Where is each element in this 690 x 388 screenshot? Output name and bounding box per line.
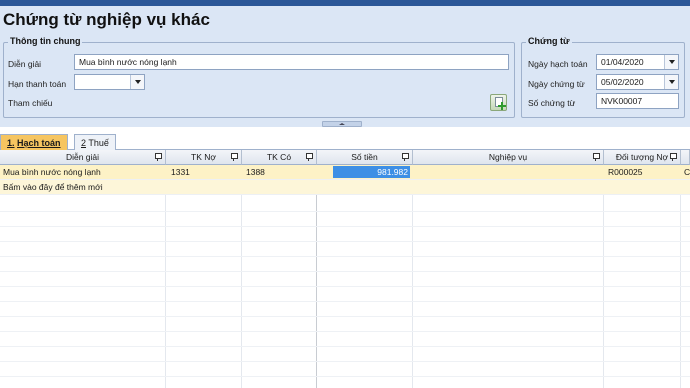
add-reference-button[interactable] xyxy=(490,94,507,111)
cell-extra[interactable]: C xyxy=(684,167,690,177)
payment-term-combo[interactable] xyxy=(74,74,145,90)
pin-icon[interactable] xyxy=(230,153,238,161)
header-panel: Chứng từ nghiệp vụ khác Thông tin chung … xyxy=(0,0,690,127)
column-header-extra xyxy=(681,150,690,165)
grid-line xyxy=(0,331,690,332)
payment-term-label: Hạn thanh toán xyxy=(8,79,67,89)
chevron-down-icon[interactable] xyxy=(664,75,678,89)
plus-icon xyxy=(498,102,506,110)
accounting-grid: Diễn giải TK Nợ TK Có Số tiền Nghiệp vụ … xyxy=(0,150,690,388)
collapse-splitter[interactable] xyxy=(322,121,362,127)
grid-line xyxy=(0,286,690,287)
description-label: Diễn giải xyxy=(8,59,42,69)
tab-hach-toan-label: Hạch toán xyxy=(17,138,61,148)
grid-line xyxy=(0,271,690,272)
voucher-title: Chứng từ xyxy=(526,36,572,46)
grid-line xyxy=(0,256,690,257)
tab-bar: 1. Hạch toán 2 Thuế xyxy=(0,133,690,151)
posting-date-label: Ngày hạch toán xyxy=(528,59,588,69)
grid-line xyxy=(0,211,690,212)
posting-date-value: 01/04/2020 xyxy=(601,57,644,67)
tab-thue[interactable]: 2 Thuế xyxy=(74,134,116,150)
tab-hach-toan[interactable]: 1. Hạch toán xyxy=(0,134,68,151)
tab-thue-key: 2 xyxy=(81,138,87,148)
cell-description[interactable]: Mua bình nước nóng lạnh xyxy=(3,167,101,177)
chevron-down-icon[interactable] xyxy=(130,75,144,89)
grid-line xyxy=(0,376,690,377)
cell-amount[interactable]: 981.982 xyxy=(333,166,410,178)
voucher-date-value: 05/02/2020 xyxy=(601,77,644,87)
tab-hach-toan-key: 1. xyxy=(7,138,15,148)
column-header-operation[interactable]: Nghiệp vụ xyxy=(413,150,604,165)
tab-thue-label: Thuế xyxy=(88,138,109,148)
pin-icon[interactable] xyxy=(669,153,677,161)
menu-strip xyxy=(0,0,690,6)
general-info-title: Thông tin chung xyxy=(8,36,83,46)
grid-line xyxy=(0,301,690,302)
column-header-debit-account[interactable]: TK Nợ xyxy=(166,150,242,165)
pin-icon[interactable] xyxy=(592,153,600,161)
cell-debit-account[interactable]: 1331 xyxy=(171,167,190,177)
column-header-label: Số tiền xyxy=(351,152,378,162)
column-header-label: Đối tượng Nợ xyxy=(615,152,669,162)
pin-icon[interactable] xyxy=(401,153,409,161)
new-row[interactable]: Bấm vào đây để thêm mới xyxy=(0,180,690,195)
voucher-date-picker[interactable]: 05/02/2020 xyxy=(596,74,679,90)
cell-credit-account[interactable]: 1388 xyxy=(246,167,265,177)
grid-line xyxy=(0,226,690,227)
voucher-date-label: Ngày chứng từ xyxy=(528,79,585,89)
column-header-label: Diễn giải xyxy=(65,152,100,162)
column-header-amount[interactable]: Số tiền xyxy=(317,150,413,165)
page-title: Chứng từ nghiệp vụ khác xyxy=(3,10,210,29)
description-input[interactable]: Mua bình nước nóng lạnh xyxy=(74,54,509,70)
column-header-credit-account[interactable]: TK Có xyxy=(242,150,317,165)
chevron-down-icon[interactable] xyxy=(664,55,678,69)
grid-line xyxy=(0,361,690,362)
column-header-label: TK Nợ xyxy=(191,152,216,162)
voucher-no-label: Số chứng từ xyxy=(528,98,576,108)
table-row[interactable]: Mua bình nước nóng lạnh 1331 1388 981.98… xyxy=(0,165,690,180)
column-header-label: Nghiệp vụ xyxy=(488,152,528,162)
column-header-description[interactable]: Diễn giải xyxy=(0,150,166,165)
grid-line xyxy=(0,346,690,347)
pin-icon[interactable] xyxy=(154,153,162,161)
cell-debtor[interactable]: R000025 xyxy=(608,167,643,177)
posting-date-picker[interactable]: 01/04/2020 xyxy=(596,54,679,70)
pin-icon[interactable] xyxy=(305,153,313,161)
reference-label: Tham chiếu xyxy=(8,98,53,108)
new-row-hint[interactable]: Bấm vào đây để thêm mới xyxy=(3,182,103,192)
grid-line xyxy=(0,241,690,242)
column-header-debtor[interactable]: Đối tượng Nợ xyxy=(604,150,681,165)
grid-line xyxy=(0,316,690,317)
column-header-label: TK Có xyxy=(266,152,292,162)
voucher-no-input[interactable]: NVK00007 xyxy=(596,93,679,109)
